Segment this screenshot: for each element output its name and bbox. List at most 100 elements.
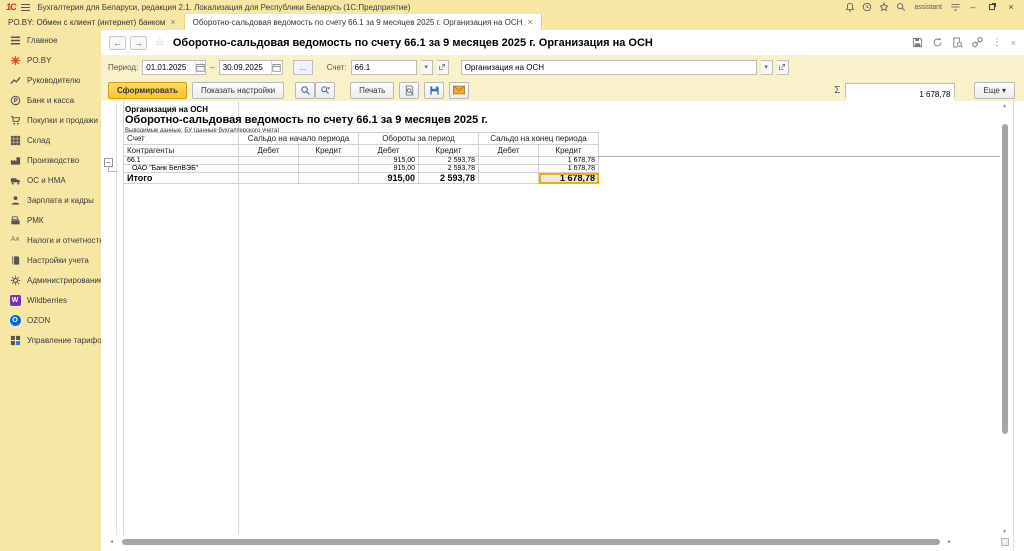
selected-cell[interactable]: 1 678,78: [539, 173, 599, 184]
col-header-credit[interactable]: Кредит: [299, 145, 359, 157]
restore-button[interactable]: [985, 1, 999, 13]
assistant-label[interactable]: assistant: [914, 4, 942, 11]
period-to-input[interactable]: [220, 61, 271, 74]
save-file-button[interactable]: [424, 82, 444, 99]
col-header-debit[interactable]: Дебет: [359, 145, 419, 157]
filter-row: Период: – ... Счет: ▾ ▾: [101, 55, 1024, 79]
sum-field[interactable]: [845, 83, 955, 98]
organization-field[interactable]: [461, 60, 757, 75]
organization-dropdown-icon[interactable]: ▾: [761, 60, 773, 75]
sidebar-item-proizvodstvo[interactable]: Производство: [0, 150, 101, 170]
notifications-bell-icon[interactable]: [844, 1, 856, 13]
period-from-field[interactable]: [142, 60, 206, 75]
horizontal-scrollbar[interactable]: ◄ ►: [103, 537, 1008, 547]
sidebar-item-sklad[interactable]: Склад: [0, 130, 101, 150]
calendar-icon[interactable]: [271, 61, 282, 74]
sidebar-item-zarplata-i-kadry[interactable]: Зарплата и кадры: [0, 190, 101, 210]
forward-button[interactable]: →: [130, 36, 147, 50]
row-name-cell[interactable]: 66.1: [124, 157, 239, 165]
sidebar-item-po-by[interactable]: PO.BY: [0, 50, 101, 70]
find-in-report-icon[interactable]: [952, 37, 963, 48]
main-menu-icon[interactable]: [21, 4, 30, 11]
account-open-icon[interactable]: [437, 60, 449, 75]
sidebar-item-bank-i-kassa[interactable]: Банк и касса: [0, 90, 101, 110]
gutter-line: [116, 101, 117, 535]
sum-input[interactable]: [846, 88, 954, 101]
table-row-counterparty-belveb: ОАО "Банк БелВЭБ" 915,00 2 593,78 1 678,…: [124, 165, 599, 173]
find-next-button[interactable]: [315, 82, 335, 99]
tab-po-by-exchange[interactable]: PO.BY: Обмен с клиент (интернет) банком …: [0, 14, 185, 30]
col-header-account[interactable]: Счет: [124, 133, 239, 145]
service-settings-menu-icon[interactable]: [949, 1, 961, 13]
vertical-scrollbar[interactable]: ▲ ▼: [1000, 103, 1010, 537]
period-to-field[interactable]: [219, 60, 283, 75]
period-from-input[interactable]: [143, 61, 194, 74]
group-header-turnover[interactable]: Обороты за период: [359, 133, 479, 145]
print-preview-button[interactable]: [399, 82, 419, 99]
taxes-letters-icon: Ая: [9, 234, 21, 246]
favorite-star-icon[interactable]: ☆: [155, 36, 165, 49]
col-header-credit[interactable]: Кредит: [419, 145, 479, 157]
sidebar-item-upravlenie-tarifom[interactable]: Управление тарифом: [0, 330, 101, 350]
sidebar-item-os-i-nma[interactable]: ОС и НМА: [0, 170, 101, 190]
col-header-debit[interactable]: Дебет: [479, 145, 539, 157]
shopping-cart-icon: [9, 114, 21, 126]
horizontal-scroll-thumb[interactable]: [122, 539, 940, 545]
sidebar-item-glavnoe[interactable]: Главное: [0, 30, 101, 50]
account-dropdown-icon[interactable]: ▾: [421, 60, 433, 75]
close-window-button[interactable]: ×: [1004, 1, 1018, 13]
sidebar-item-nastroyki-ucheta[interactable]: Настройки учета: [0, 250, 101, 270]
col-header-counterparty[interactable]: Контрагенты: [124, 145, 239, 157]
generate-button[interactable]: Сформировать: [108, 82, 187, 99]
sidebar-item-ozon[interactable]: O OZON: [0, 310, 101, 330]
sidebar-item-nalogi-i-otchetnost[interactable]: Ая Налоги и отчетность: [0, 230, 101, 250]
scroll-up-icon[interactable]: ▲: [1002, 103, 1007, 109]
row-name-cell[interactable]: Итого: [124, 173, 239, 184]
collapse-group-icon[interactable]: −: [104, 158, 113, 167]
find-button[interactable]: [295, 82, 315, 99]
sidebar-item-wildberries[interactable]: W Wildberries: [0, 290, 101, 310]
report-spreadsheet[interactable]: Организация на ОСН Оборотно-сальдовая ве…: [101, 101, 1024, 551]
email-button[interactable]: [449, 82, 469, 99]
link-icon[interactable]: [972, 37, 983, 48]
scroll-right-icon[interactable]: ►: [947, 539, 952, 545]
print-button[interactable]: Печать: [350, 82, 394, 99]
tab-close-icon[interactable]: ×: [170, 17, 175, 27]
sidebar-item-rukovoditelyu[interactable]: Руководителю: [0, 70, 101, 90]
scroll-left-icon[interactable]: ◄: [109, 539, 114, 545]
row-name-cell[interactable]: ОАО "Банк БелВЭБ": [124, 165, 239, 173]
sidebar-item-pokupki-i-prodazhi[interactable]: Покупки и продажи: [0, 110, 101, 130]
organization-open-icon[interactable]: [777, 60, 789, 75]
back-button[interactable]: ←: [109, 36, 126, 50]
sidebar-item-rmk[interactable]: РМК: [0, 210, 101, 230]
favorites-star-icon[interactable]: [878, 1, 890, 13]
organization-input[interactable]: [462, 61, 756, 74]
more-dots-icon[interactable]: ⋮: [992, 37, 1002, 48]
col-header-credit[interactable]: Кредит: [539, 145, 599, 157]
scroll-corner-icon[interactable]: [1001, 538, 1009, 546]
history-icon[interactable]: [861, 1, 873, 13]
group-header-opening-balance[interactable]: Сальдо на начало периода: [239, 133, 359, 145]
refresh-icon[interactable]: [932, 37, 943, 48]
sidebar-item-administrirovanie[interactable]: Администрирование: [0, 270, 101, 290]
minimize-button[interactable]: –: [966, 1, 980, 13]
vertical-scroll-thumb[interactable]: [1002, 124, 1008, 434]
group-header-closing-balance[interactable]: Сальдо на конец периода: [479, 133, 599, 145]
show-settings-button[interactable]: Показать настройки: [192, 82, 284, 99]
search-icon[interactable]: [895, 1, 907, 13]
save-report-icon[interactable]: [912, 37, 923, 48]
period-choice-button[interactable]: ...: [293, 60, 313, 75]
tab-balance-sheet-report[interactable]: Оборотно-сальдовая ведомость по счету 66…: [185, 14, 542, 30]
frozen-header-line: [598, 156, 1000, 157]
tab-close-icon[interactable]: ×: [527, 17, 532, 27]
calendar-icon[interactable]: [195, 61, 206, 74]
more-button[interactable]: Еще ▾: [974, 82, 1015, 99]
restore-icon: [989, 4, 995, 10]
close-form-icon[interactable]: ×: [1011, 38, 1016, 48]
factory-icon: [9, 154, 21, 166]
scroll-down-icon[interactable]: ▼: [1002, 529, 1007, 535]
col-header-debit[interactable]: Дебет: [239, 145, 299, 157]
account-input[interactable]: [352, 61, 416, 74]
tab-label: Оборотно-сальдовая ведомость по счету 66…: [193, 18, 523, 27]
account-field[interactable]: [351, 60, 417, 75]
